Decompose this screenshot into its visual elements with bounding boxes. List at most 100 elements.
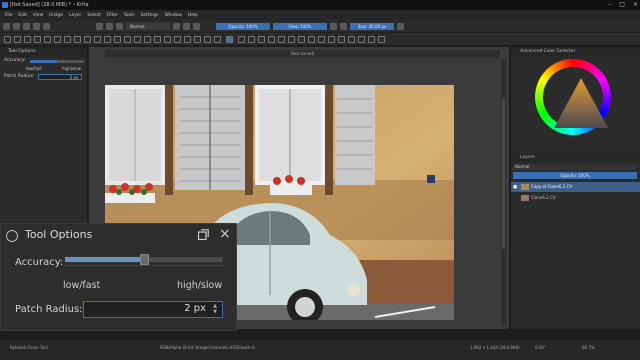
menu-file[interactable]: File xyxy=(5,10,12,21)
reference-image-tool-icon[interactable] xyxy=(258,36,265,43)
mirror-vertical-icon[interactable] xyxy=(340,23,347,30)
float-docker-icon[interactable] xyxy=(198,229,209,240)
brush-tool-icon[interactable] xyxy=(44,36,51,43)
text-tool-icon[interactable] xyxy=(24,36,31,43)
assistant-tool-icon[interactable] xyxy=(238,36,245,43)
left-accuracy-slider[interactable] xyxy=(30,60,84,63)
contiguous-select-tool-icon[interactable] xyxy=(308,36,315,43)
ellipse-select-tool-icon[interactable] xyxy=(278,36,285,43)
spin-arrows[interactable]: ▲ ▼ xyxy=(210,303,220,316)
pattern-edit-tool-icon[interactable] xyxy=(368,36,375,43)
dynamic-brush-tool-icon[interactable] xyxy=(124,36,131,43)
menu-image[interactable]: Image xyxy=(49,10,63,21)
rect-select-tool-icon[interactable] xyxy=(268,36,275,43)
transform-tool-icon[interactable] xyxy=(144,36,151,43)
accuracy-slider-handle[interactable] xyxy=(140,254,149,265)
eraser-toggle-icon[interactable] xyxy=(173,23,180,30)
color-triangle[interactable] xyxy=(554,78,608,128)
canvas-vertical-scrollbar[interactable] xyxy=(501,59,506,325)
redo-icon[interactable] xyxy=(43,23,50,30)
polygon-select-tool-icon[interactable] xyxy=(288,36,295,43)
color-wheel[interactable] xyxy=(535,59,611,135)
patch-radius-value[interactable]: 2 px xyxy=(184,303,206,314)
status-zoom[interactable]: 66.7% xyxy=(582,345,595,350)
close-docker-icon[interactable]: × xyxy=(219,227,231,241)
left-patch-radius-input[interactable]: 2 px xyxy=(38,74,83,80)
gradient-icon[interactable] xyxy=(96,23,103,30)
window-controls: – □ × xyxy=(608,0,638,10)
color-wheel-inner xyxy=(543,67,608,128)
fill-tool-icon[interactable] xyxy=(214,36,221,43)
edit-shapes-tool-icon[interactable] xyxy=(14,36,21,43)
menu-window[interactable]: Window xyxy=(165,10,182,21)
layer-name: Clone6.2 CV xyxy=(531,195,556,200)
accuracy-slider[interactable] xyxy=(65,254,223,265)
ellipse-tool-icon[interactable] xyxy=(74,36,81,43)
measure-tool-icon[interactable] xyxy=(248,36,255,43)
document-tab[interactable]: [Not Saved] xyxy=(105,50,500,58)
menu-select[interactable]: Select xyxy=(87,10,101,21)
color-selector-title: Advanced Color Selector xyxy=(511,47,640,56)
move-tool-icon[interactable] xyxy=(154,36,161,43)
spin-down-icon[interactable]: ▼ xyxy=(210,309,220,315)
select-shapes-tool-icon[interactable] xyxy=(4,36,11,43)
layer-thumbnail xyxy=(521,184,529,190)
flow-slider[interactable]: Flow: 100% xyxy=(273,23,327,30)
colorize-mask-tool-icon[interactable] xyxy=(194,36,201,43)
smart-patch-tool-icon[interactable] xyxy=(204,36,211,43)
maximize-button[interactable]: □ xyxy=(619,0,625,10)
zoom-tool-icon[interactable] xyxy=(348,36,355,43)
rectangle-tool-icon[interactable] xyxy=(64,36,71,43)
pan-tool-icon[interactable] xyxy=(358,36,365,43)
status-bar: Ryb/ook Clone Tool RGB/Alpha (8-bit inte… xyxy=(0,340,640,360)
menu-help[interactable]: Help xyxy=(188,10,198,21)
blend-mode-select[interactable]: Normal xyxy=(126,23,170,30)
color-picker-tool-icon[interactable] xyxy=(184,36,191,43)
save-document-icon[interactable] xyxy=(23,23,30,30)
layer-row-copy[interactable]: ● Copy of Clone6.2 CV xyxy=(511,182,640,192)
layer-opacity-slider[interactable]: Opacity: 100% xyxy=(513,172,637,179)
freehand-select-tool-icon[interactable] xyxy=(298,36,305,43)
polygon-tool-icon[interactable] xyxy=(84,36,91,43)
open-document-icon[interactable] xyxy=(13,23,20,30)
accuracy-slider-ticks xyxy=(65,265,223,267)
menu-layer[interactable]: Layer xyxy=(69,10,81,21)
menu-view[interactable]: View xyxy=(33,10,43,21)
magnetic-select-tool-icon[interactable] xyxy=(338,36,345,43)
visibility-eye-icon[interactable]: ● xyxy=(513,182,517,192)
calligraphy-tool-icon[interactable] xyxy=(34,36,41,43)
window-title: [Not Saved] (28.0 MiB) * – Krita xyxy=(10,2,89,8)
undo-icon[interactable] xyxy=(33,23,40,30)
pattern-icon[interactable] xyxy=(106,23,113,30)
clone-tool-icon[interactable] xyxy=(226,36,233,43)
reload-preset-icon[interactable] xyxy=(193,23,200,30)
similar-select-tool-icon[interactable] xyxy=(318,36,325,43)
layer-row-original[interactable]: Clone6.2 CV xyxy=(511,193,640,203)
patch-radius-spinbox[interactable]: 2 px ▲ ▼ xyxy=(83,301,223,318)
bezier-tool-icon[interactable] xyxy=(104,36,111,43)
opacity-slider[interactable]: Opacity: 100% xyxy=(216,23,270,30)
brush-preset-icon[interactable] xyxy=(116,23,123,30)
multibrush-tool-icon[interactable] xyxy=(134,36,141,43)
crop-tool-icon[interactable] xyxy=(164,36,171,43)
close-window-button[interactable]: × xyxy=(633,0,638,10)
layer-blend-mode-select[interactable]: Normal xyxy=(513,164,637,170)
workspace-icon[interactable] xyxy=(397,23,404,30)
mirror-horizontal-icon[interactable] xyxy=(330,23,337,30)
menu-filter[interactable]: Filter xyxy=(107,10,118,21)
size-slider[interactable]: Size: 30.00 px xyxy=(350,23,394,30)
menu-edit[interactable]: Edit xyxy=(18,10,27,21)
polyline-tool-icon[interactable] xyxy=(94,36,101,43)
tool-extra-icon[interactable] xyxy=(378,36,385,43)
freehand-path-tool-icon[interactable] xyxy=(114,36,121,43)
new-document-icon[interactable] xyxy=(3,23,10,30)
status-rotation[interactable]: 0.00° xyxy=(535,345,546,350)
scrollbar-thumb[interactable] xyxy=(502,99,505,249)
menu-settings[interactable]: Settings xyxy=(141,10,159,21)
bezier-select-tool-icon[interactable] xyxy=(328,36,335,43)
gradient-tool-icon[interactable] xyxy=(174,36,181,43)
line-tool-icon[interactable] xyxy=(54,36,61,43)
menu-tools[interactable]: Tools xyxy=(124,10,135,21)
minimize-button[interactable]: – xyxy=(608,0,611,10)
preserve-alpha-icon[interactable] xyxy=(183,23,190,30)
